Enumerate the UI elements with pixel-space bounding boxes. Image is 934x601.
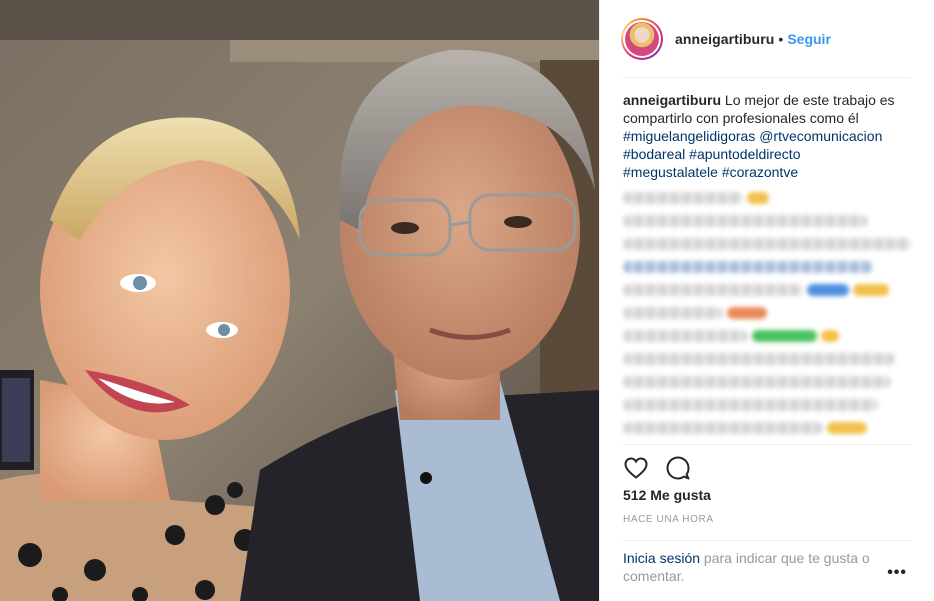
post-sidebar: anneigartiburu • Seguir anneigartiburu L… bbox=[599, 0, 934, 601]
avatar[interactable] bbox=[621, 17, 663, 60]
comment-item bbox=[623, 261, 873, 273]
post-caption: anneigartiburu Lo mejor de este trabajo … bbox=[623, 78, 913, 181]
separator-dot: • bbox=[778, 30, 784, 47]
hashtag-link[interactable]: #bodareal bbox=[623, 146, 685, 162]
post-timestamp: HACE UNA HORA bbox=[623, 514, 714, 525]
comment-item bbox=[623, 238, 911, 250]
like-count[interactable]: 512 Me gusta bbox=[623, 487, 711, 503]
comment-item bbox=[623, 192, 910, 204]
divider bbox=[623, 540, 910, 541]
comment-item bbox=[623, 215, 868, 227]
hashtag-link[interactable]: #apuntodeldirecto bbox=[689, 146, 800, 162]
comment-item bbox=[623, 284, 910, 296]
login-link[interactable]: Inicia sesión bbox=[623, 550, 700, 566]
follow-button[interactable]: Seguir bbox=[787, 31, 831, 47]
comment-item bbox=[623, 422, 910, 434]
post-container: anneigartiburu • Seguir anneigartiburu L… bbox=[0, 0, 934, 601]
post-header: anneigartiburu • Seguir bbox=[621, 0, 910, 78]
hashtag-link[interactable]: #corazontve bbox=[722, 164, 798, 180]
photo-illustration bbox=[0, 0, 599, 601]
comment-item bbox=[623, 399, 878, 411]
hashtag-link[interactable]: #megustalatele bbox=[623, 164, 718, 180]
post-photo[interactable] bbox=[0, 0, 599, 601]
ellipsis-icon[interactable]: ••• bbox=[887, 564, 907, 582]
comment-item bbox=[623, 330, 910, 342]
comment-item bbox=[623, 376, 891, 388]
header-username[interactable]: anneigartiburu bbox=[675, 31, 774, 47]
comment-item bbox=[623, 307, 910, 319]
avatar-image bbox=[625, 21, 659, 56]
comment-item bbox=[623, 353, 895, 365]
comment-list bbox=[623, 192, 911, 434]
caption-username[interactable]: anneigartiburu bbox=[623, 92, 721, 108]
mention-link[interactable]: @rtvecomunicacion bbox=[759, 128, 882, 144]
heart-icon[interactable] bbox=[623, 455, 649, 481]
divider bbox=[623, 444, 910, 445]
post-actions bbox=[623, 455, 691, 481]
hashtag-link[interactable]: #miguelangelidigoras bbox=[623, 128, 755, 144]
login-prompt: Inicia sesión para indicar que te gusta … bbox=[623, 549, 893, 585]
comment-icon[interactable] bbox=[665, 455, 691, 481]
